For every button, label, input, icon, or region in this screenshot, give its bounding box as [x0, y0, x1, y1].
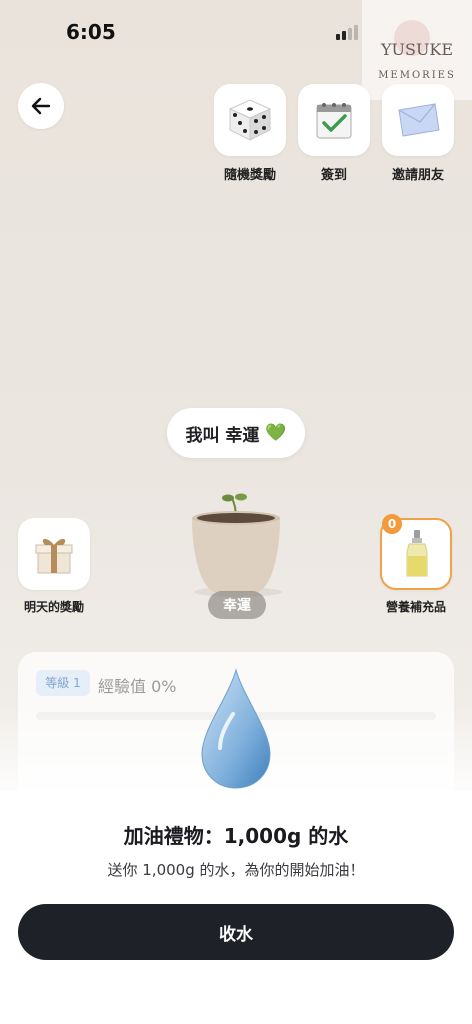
random-reward-button[interactable]: 隨機獎勵 — [213, 84, 287, 183]
watermark-title: YUSUKE — [380, 40, 454, 59]
experience-text: 經驗值 0% — [98, 677, 177, 696]
plant-name-label: 幸運 — [208, 591, 266, 619]
back-button[interactable] — [18, 83, 64, 129]
random-reward-label: 隨機獎勵 — [223, 168, 276, 183]
dice-icon — [228, 99, 272, 141]
water-drop-icon — [201, 668, 271, 789]
nutrient-supplement-label: 營養補充品 — [385, 600, 446, 614]
invite-friends-button[interactable]: 邀請朋友 — [381, 84, 455, 183]
envelope-icon — [398, 103, 440, 137]
green-heart-icon: 💚 — [265, 423, 287, 443]
nutrient-bottle-icon — [406, 530, 428, 577]
check-in-tile[interactable] — [298, 84, 370, 156]
arrow-left-icon — [31, 97, 51, 115]
reward-title: 加油禮物：1,000g 的水 — [123, 824, 349, 848]
random-reward-tile[interactable] — [214, 84, 286, 156]
collect-water-button[interactable]: 收水 — [18, 904, 454, 960]
calendar-check-icon — [316, 103, 352, 139]
status-time: 6:05 — [66, 20, 116, 44]
gift-box-icon — [35, 538, 73, 574]
tomorrow-reward-tile[interactable] — [18, 518, 90, 590]
tomorrow-reward-button[interactable]: 明天的獎勵 — [18, 518, 90, 615]
check-in-label: 簽到 — [320, 168, 347, 183]
invite-friends-tile[interactable] — [382, 84, 454, 156]
watermark-subtitle: MEMORIES — [378, 70, 456, 81]
level-tag: 等級 1 — [36, 670, 90, 696]
tomorrow-reward-label: 明天的獎勵 — [23, 600, 84, 614]
nutrient-count-badge: 0 — [382, 514, 402, 534]
signal-icon — [336, 24, 364, 40]
plant-pot — [192, 493, 282, 597]
invite-friends-label: 邀請朋友 — [391, 168, 444, 183]
reward-description: 送你 1,000g 的水，為你的開始加油！ — [107, 861, 365, 879]
plant-speech-text: 我叫 幸運 — [185, 425, 260, 446]
plant-name-bubble: 我叫 幸運 💚 — [167, 408, 305, 458]
check-in-button[interactable]: 簽到 — [297, 84, 371, 183]
